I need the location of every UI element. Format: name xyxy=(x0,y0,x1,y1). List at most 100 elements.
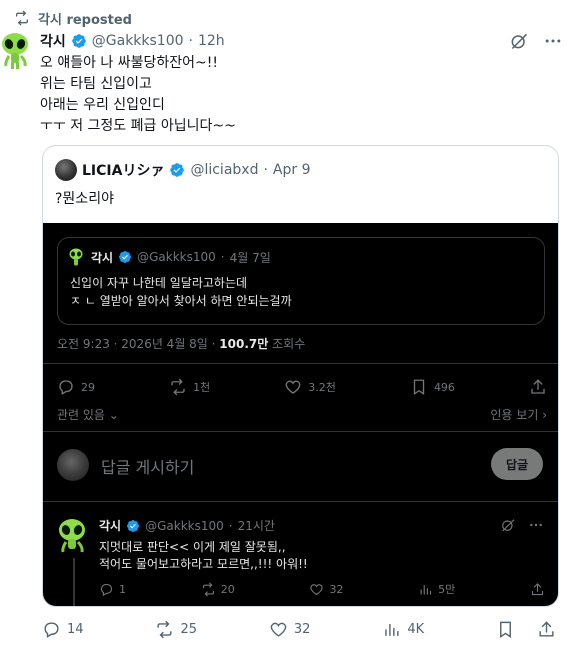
embedded-reply-action-bar: 1 20 32 5만 xyxy=(99,581,545,597)
embedded-like-stat: 3.2천 xyxy=(284,378,336,396)
repost-count: 25 xyxy=(180,622,197,637)
separator-dot: · xyxy=(228,518,233,533)
reply-handle: @Gakkks100 xyxy=(145,518,224,533)
embedded-repost-stat: 1천 xyxy=(169,378,210,396)
reply-like-stat: 32 xyxy=(309,581,343,597)
tweet-header-actions xyxy=(508,30,564,52)
more-options-icon[interactable] xyxy=(542,30,564,52)
divider xyxy=(43,501,558,502)
embedded-meta: 오전 9:23 · 2026년 4월 8일 · 100.7만 조회수 xyxy=(57,335,305,352)
share-icon xyxy=(531,379,545,394)
author-name[interactable]: 각시 xyxy=(40,31,66,51)
bookmark-icon xyxy=(500,621,511,638)
quote-avatar xyxy=(55,159,77,181)
embedded-views-label: 조회수 xyxy=(268,337,306,351)
verified-badge-icon xyxy=(169,162,185,178)
embedded-bookmark-count: 496 xyxy=(433,380,455,394)
related-label: 관련 있음 ⌄ xyxy=(57,408,119,422)
heart-icon xyxy=(310,583,324,595)
quote-header: LICIAリシァ @liciabxd · Apr 9 xyxy=(55,158,311,182)
embedded-bookmark-stat: 496 xyxy=(410,378,455,396)
repost-icon xyxy=(202,582,214,596)
share-icon xyxy=(539,621,554,637)
more-options-icon xyxy=(528,517,544,533)
tweet-time[interactable]: 12h xyxy=(198,33,225,49)
heart-icon xyxy=(285,380,301,394)
reply-repost-count: 20 xyxy=(220,582,235,596)
tweet-body: 오 얘들아 나 싸불당하잔어~!! 위는 타팀 신입이고 아래는 우리 신입인디… xyxy=(40,53,540,137)
reply-author-name: 각시 xyxy=(99,519,122,533)
embedded-like-count: 3.2천 xyxy=(308,381,336,394)
reply-icon xyxy=(44,622,59,638)
tweet-header: 각시 @Gakkks100 · 12h xyxy=(40,32,225,50)
divider xyxy=(43,431,558,432)
embedded-repost-count: 1천 xyxy=(193,381,211,394)
reply-icon xyxy=(100,583,113,596)
grok-icon xyxy=(500,517,516,533)
views-icon xyxy=(420,584,432,594)
bookmark-button[interactable] xyxy=(496,620,515,639)
heart-icon xyxy=(270,622,287,637)
reply-reply-count: 1 xyxy=(119,582,126,596)
embedded-reply-header: 각시 @Gakkks100 · 21시간 xyxy=(99,517,275,534)
separator-dot: · xyxy=(220,250,225,264)
embedded-action-bar: 29 1천 3.2천 496 xyxy=(57,378,547,396)
quote-date: Apr 9 xyxy=(272,162,311,178)
quote-text: ?뭔소리야 xyxy=(55,191,114,207)
tweet-line: 위는 타팀 신입이고 xyxy=(40,76,152,92)
avatar-alien xyxy=(68,247,86,267)
reply-placeholder: 답글 게시하기 xyxy=(101,458,195,477)
tweet-line: ㅜㅜ 저 그정도 폐급 아닙니다~~ xyxy=(40,118,236,134)
views-button[interactable]: 4K xyxy=(382,620,424,639)
like-count: 32 xyxy=(293,622,311,637)
verified-badge-icon xyxy=(126,519,140,533)
quote-author-name: LICIAリシァ xyxy=(82,163,165,179)
share-button[interactable] xyxy=(537,620,556,639)
view-quotes-label: 인용 보기 › xyxy=(490,408,547,422)
embedded-reply-count: 29 xyxy=(81,380,95,394)
reply-time: 21시간 xyxy=(237,519,275,533)
embedded-header: 각시 @Gakkks100 · 4월 7일 xyxy=(68,247,271,267)
reply-like-count: 32 xyxy=(329,582,344,596)
quoted-tweet-card[interactable]: LICIAリシァ @liciabxd · Apr 9 ?뭔소리야 각시 @Gak… xyxy=(42,145,559,607)
author-handle[interactable]: @Gakkks100 xyxy=(92,33,184,49)
reply-line: 지멋대로 판단<< 이게 제일 잘못됨,, xyxy=(99,540,286,554)
divider xyxy=(43,363,558,364)
separator-dot: · xyxy=(263,162,268,178)
tweet-line: 아래는 우리 신입인디 xyxy=(40,97,165,113)
quote-handle: @liciabxd xyxy=(190,162,259,178)
reply-repost-stat: 20 xyxy=(201,581,235,597)
embedded-share-stat xyxy=(529,378,547,396)
embedded-links-row: 관련 있음 ⌄ 인용 보기 › xyxy=(57,406,547,423)
views-count: 4K xyxy=(407,622,425,637)
like-button[interactable]: 32 xyxy=(269,620,311,639)
reply-share-stat xyxy=(530,581,545,597)
tweet-action-bar: 14 25 32 4K xyxy=(42,620,556,639)
reply-composer-avatar xyxy=(57,449,89,481)
embedded-timestamp: 오전 9:23 · 2026년 4월 8일 · xyxy=(57,337,220,351)
separator-dot: · xyxy=(188,33,193,49)
embedded-handle: @Gakkks100 xyxy=(137,250,216,264)
repost-icon xyxy=(157,620,172,639)
avatar-alien[interactable] xyxy=(0,30,34,70)
embedded-views-count: 100.7만 xyxy=(219,337,269,351)
repost-button[interactable]: 25 xyxy=(155,620,197,639)
repost-label: 각시 reposted xyxy=(38,12,132,28)
verified-badge-icon xyxy=(118,250,132,264)
reply-views-stat: 5만 xyxy=(418,581,455,597)
grok-icon[interactable] xyxy=(508,30,530,52)
repost-icon xyxy=(171,378,185,396)
embedded-line: ㅈ ㄴ 열받아 알아서 찾아서 하면 안되는걸까 xyxy=(70,294,292,308)
repost-indicator[interactable]: 각시 reposted xyxy=(14,8,132,28)
reply-line: 적어도 물어보고하라고 모르면,,!!! 아워!! xyxy=(99,557,308,571)
thread-line xyxy=(73,558,75,606)
embedded-text: 신입이 자꾸 나한테 일달라고하는데 ㅈ ㄴ 열받아 알아서 찾아서 하면 안되… xyxy=(70,274,292,310)
share-icon xyxy=(531,582,544,595)
embedded-reply-header-actions xyxy=(500,517,544,533)
embedded-line: 신입이 자꾸 나한테 일달라고하는데 xyxy=(70,276,248,290)
views-icon xyxy=(385,623,399,636)
reply-button[interactable]: 14 xyxy=(42,620,84,639)
verified-badge-icon xyxy=(71,33,87,49)
embedded-date: 4월 7일 xyxy=(229,250,271,265)
embedded-author-name: 각시 xyxy=(91,250,114,265)
